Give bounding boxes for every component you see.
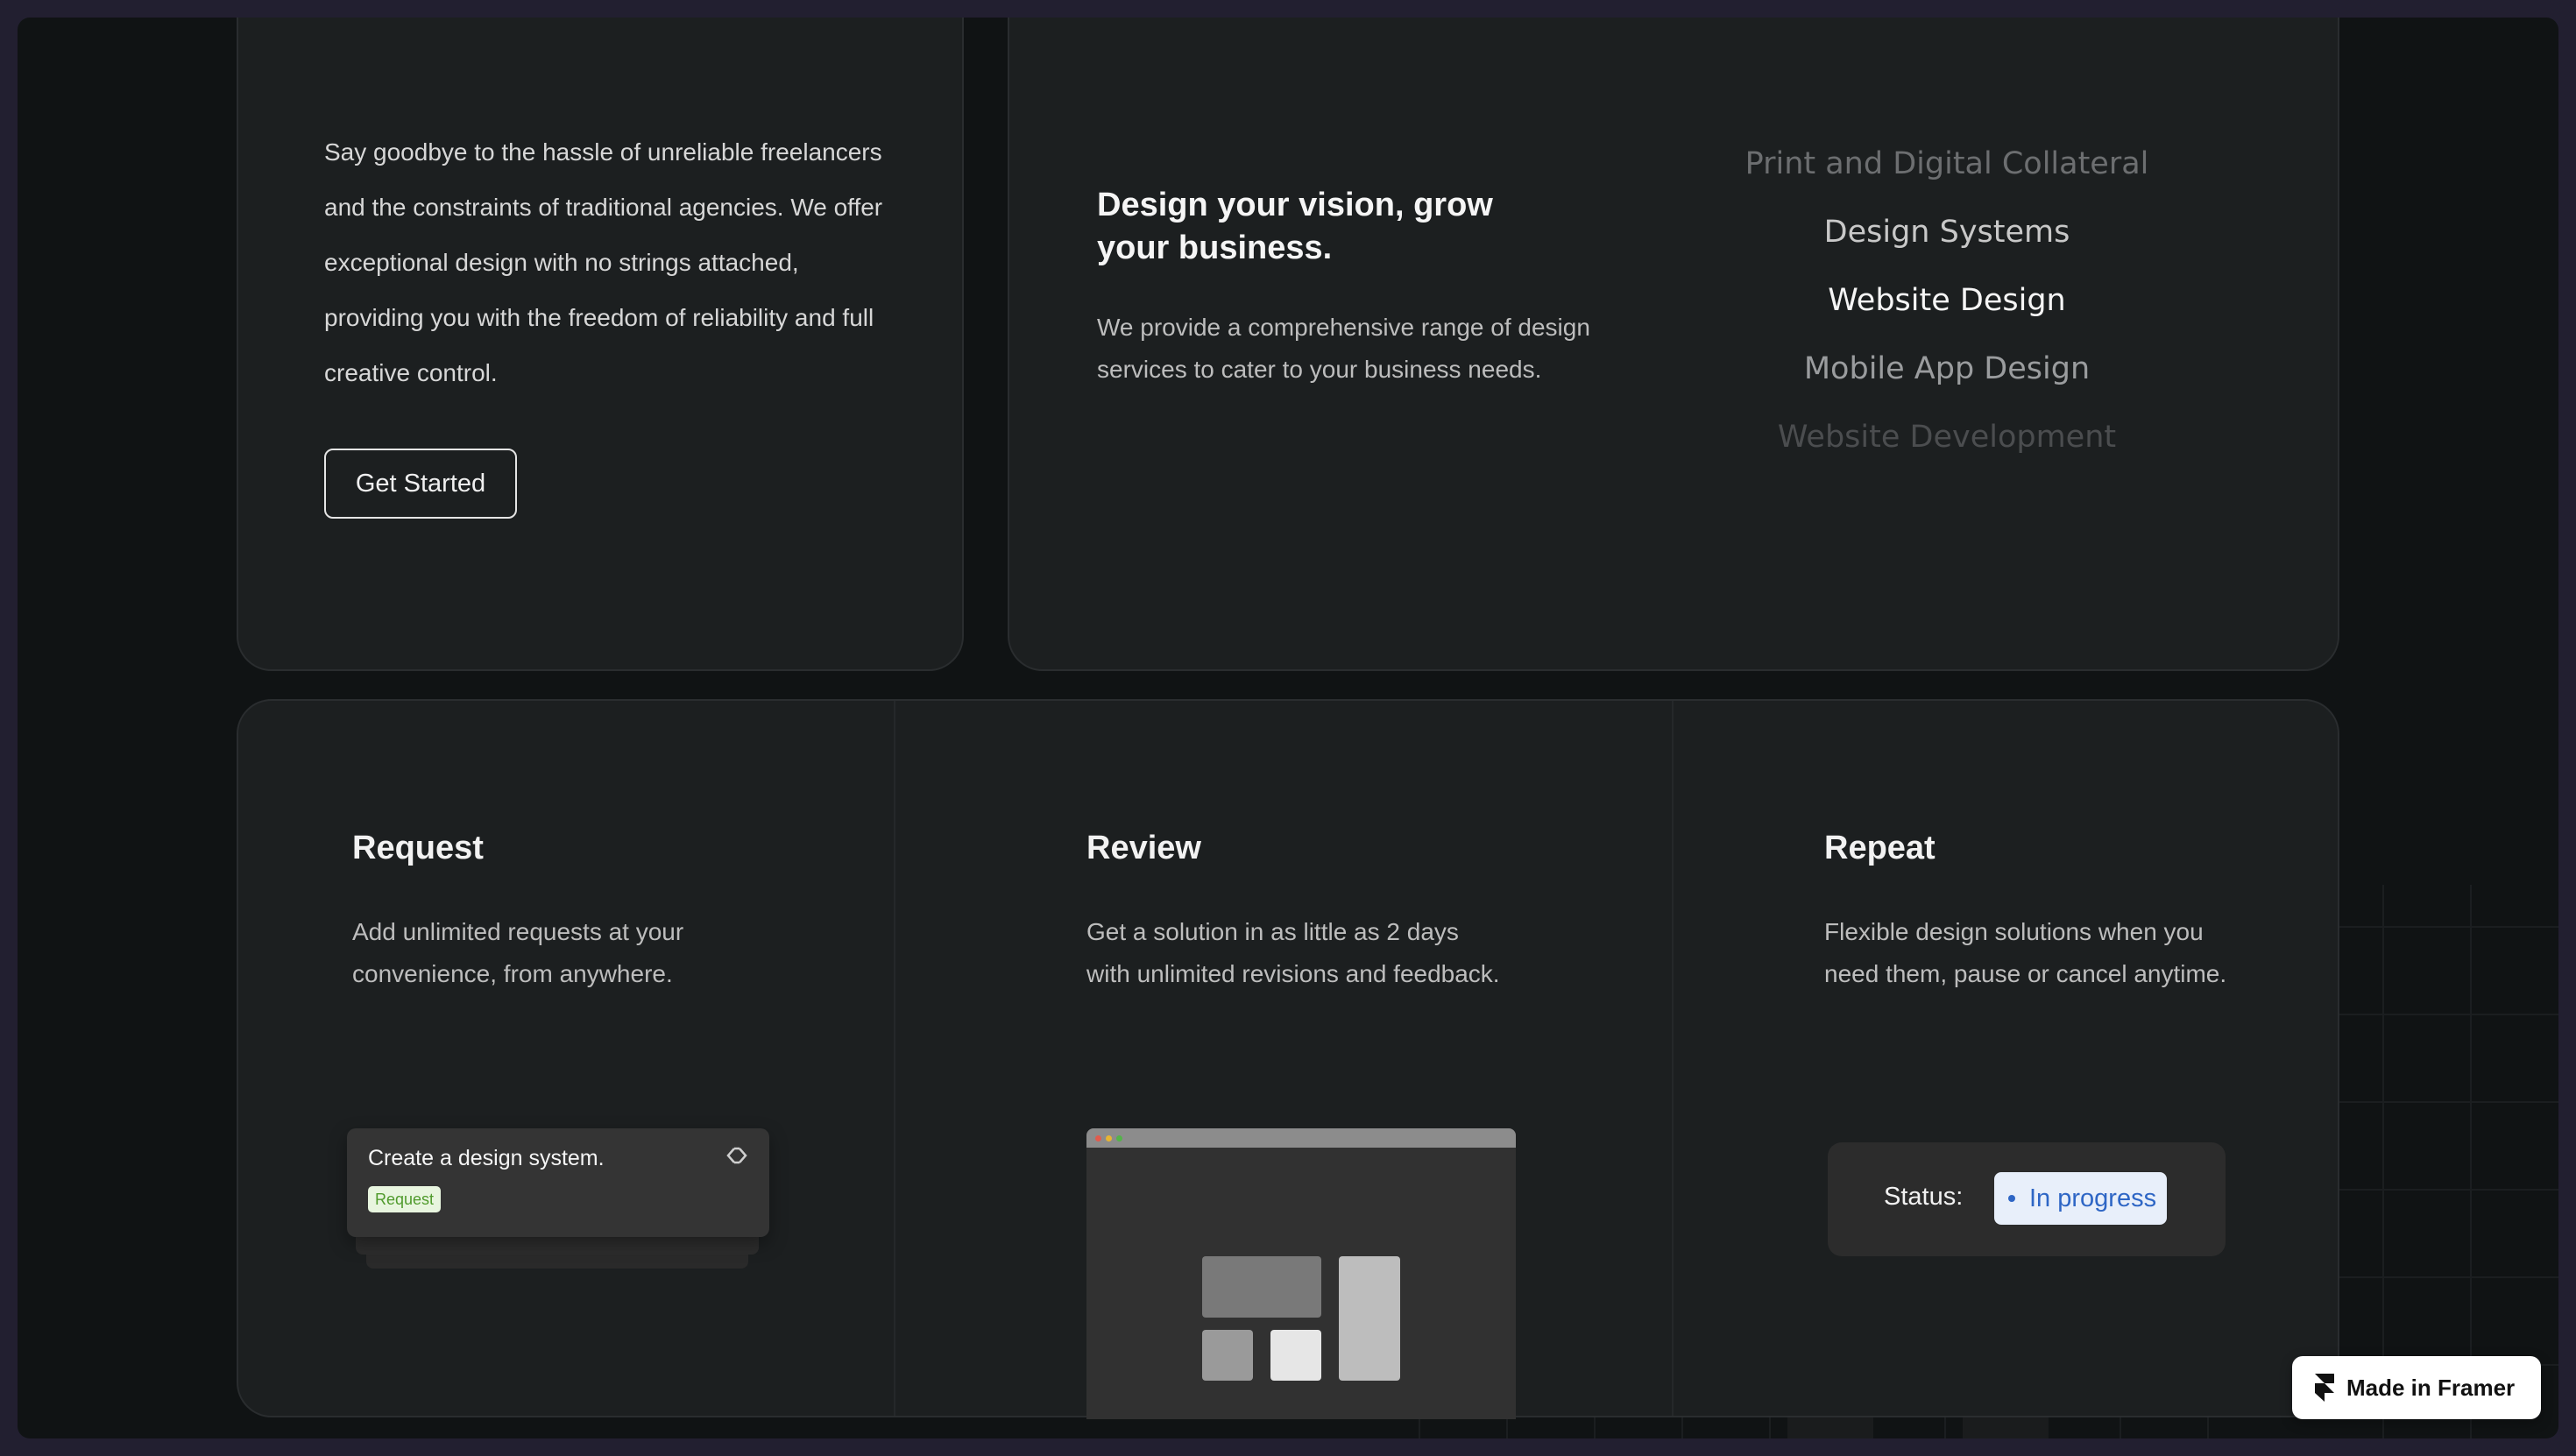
process-card: Request Add unlimited requests at your c… (237, 699, 2339, 1419)
service-item-active[interactable]: Website Design (1710, 279, 2183, 322)
made-in-framer-label: Made in Framer (2346, 1374, 2516, 1401)
request-card-title: Create a design system. (368, 1146, 605, 1170)
vision-description: We provide a comprehensive range of desi… (1097, 314, 1590, 383)
intro-text: Say goodbye to the hassle of unreliable … (324, 138, 883, 386)
get-started-button[interactable]: Get Started (324, 449, 517, 519)
service-item[interactable]: Mobile App Design (1710, 347, 2183, 391)
window-maximize-dot (1116, 1135, 1122, 1141)
layout-block (1202, 1330, 1253, 1381)
status-label: Status: (1884, 1183, 1964, 1211)
status-card: Status: In progress (1828, 1142, 2226, 1256)
request-card: Create a design system. Request (347, 1128, 769, 1237)
window-minimize-dot (1106, 1135, 1112, 1141)
layout-block (1270, 1330, 1321, 1381)
status-value: In progress (2029, 1184, 2157, 1212)
made-in-framer-badge[interactable]: Made in Framer (2292, 1356, 2541, 1419)
browser-mockup (1086, 1128, 1516, 1419)
column-divider (1672, 701, 1674, 1416)
step-description-request: Add unlimited requests at your convenien… (352, 918, 684, 987)
step-description-repeat: Flexible design solutions when you need … (1824, 918, 2227, 987)
window-close-dot (1095, 1135, 1101, 1141)
services-carousel: Print and Digital Collateral Design Syst… (1710, 142, 2183, 457)
step-title-repeat: Repeat (1824, 830, 1936, 866)
status-badge: In progress (1994, 1172, 2168, 1225)
services-card: Design your vision, grow your business. … (1008, 18, 2339, 671)
layout-block (1202, 1256, 1321, 1318)
column-divider (894, 701, 895, 1416)
service-item[interactable]: Website Development (1710, 415, 2183, 457)
page-frame: Say goodbye to the hassle of unreliable … (18, 18, 2558, 1438)
status-dot-icon (2008, 1195, 2015, 1202)
browser-title-bar (1086, 1128, 1516, 1148)
step-title-review: Review (1086, 830, 1201, 866)
service-item[interactable]: Print and Digital Collateral (1710, 142, 2183, 186)
intro-card: Say goodbye to the hassle of unreliable … (237, 18, 964, 671)
layout-block (1339, 1256, 1400, 1381)
framer-logo-icon (2315, 1374, 2334, 1402)
step-description-review: Get a solution in as little as 2 days wi… (1086, 918, 1500, 987)
service-item[interactable]: Design Systems (1710, 210, 2183, 254)
step-title-request: Request (352, 830, 484, 866)
drag-handle-icon (726, 1147, 747, 1164)
request-badge: Request (368, 1186, 442, 1212)
vision-title: Design your vision, grow your business. (1097, 187, 1493, 266)
